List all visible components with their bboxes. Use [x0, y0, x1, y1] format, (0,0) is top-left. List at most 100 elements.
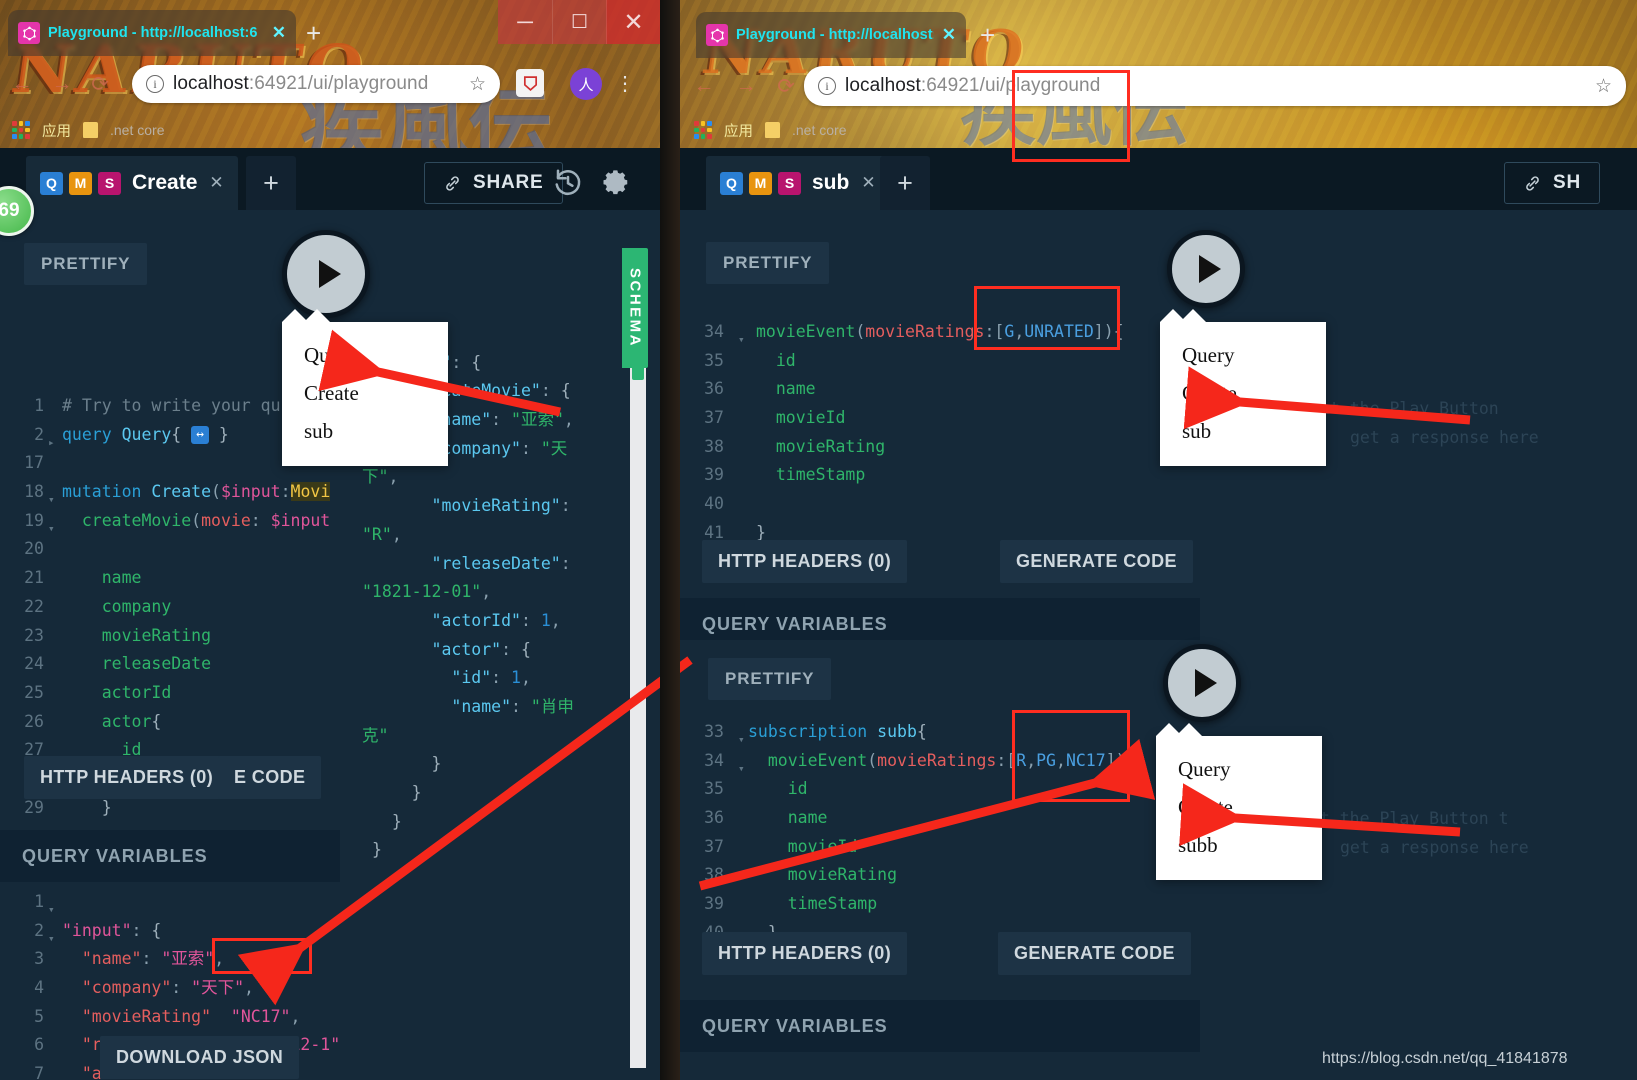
response-text: 下", — [362, 467, 399, 487]
bookmark-netcore-label[interactable]: .net core — [110, 122, 164, 138]
query-variables-header[interactable]: QUERY VARIABLES — [680, 1000, 1200, 1052]
forward-icon[interactable]: → — [730, 70, 762, 102]
code-line: 34 ▾ movieEvent(movieRatings:[G,UNRATED]){ — [680, 318, 1200, 347]
prettify-button[interactable]: PRETTIFY — [706, 242, 830, 284]
response-scrollbar[interactable] — [630, 298, 646, 1068]
dropdown-item-2[interactable]: sub — [1160, 412, 1326, 450]
apps-grid-icon[interactable] — [694, 121, 712, 139]
prettify-button[interactable]: PRETTIFY — [708, 658, 832, 700]
http-headers-button[interactable]: HTTP HEADERS (0) — [702, 932, 908, 975]
response-text: "1821-12-01", — [362, 582, 492, 602]
apps-grid-icon[interactable] — [12, 121, 30, 139]
execute-query-button-left[interactable] — [282, 230, 370, 318]
address-bar[interactable]: i localhost:64921/ui/playground ☆ — [804, 66, 1626, 106]
close-icon[interactable]: ✕ — [861, 173, 875, 193]
download-json-button[interactable]: DOWNLOAD JSON — [100, 1036, 300, 1079]
code-line: 34 ▾ movieEvent(movieRatings:[R,PG,NC17])… — [680, 747, 1200, 776]
site-info-icon[interactable]: i — [818, 77, 836, 95]
history-icon[interactable] — [548, 162, 588, 202]
playground-add-tab-button[interactable]: + — [246, 156, 296, 210]
bookmark-netcore-label[interactable]: .net core — [792, 122, 846, 138]
code-line: 2 ▾ "input": { — [0, 917, 340, 946]
window-close-button[interactable]: ✕ — [606, 0, 660, 44]
new-tab-button[interactable]: + — [306, 18, 321, 49]
playground-tab-sub[interactable]: Q M S sub ✕ — [706, 156, 890, 210]
response-line: "R", — [340, 521, 630, 550]
dropdown-item-0[interactable]: Query — [1156, 750, 1322, 788]
code-line: 40 — [680, 490, 1200, 519]
reload-icon[interactable]: ⟳ — [770, 70, 802, 102]
response-text: "R", — [362, 524, 402, 544]
bookmark-star-icon[interactable]: ☆ — [1595, 75, 1612, 98]
line-number: 2 — [34, 424, 44, 444]
http-headers-button[interactable]: HTTP HEADERS (0) — [24, 756, 230, 799]
maximize-button[interactable]: ☐ — [552, 0, 606, 44]
execute-query-button-right-top[interactable] — [1167, 230, 1245, 308]
browser-tab-left[interactable]: Playground - http://localhost:6 ✕ — [8, 10, 296, 56]
operation-dropdown-left[interactable]: Query Create sub — [282, 309, 448, 466]
dropdown-item-2[interactable]: sub — [282, 412, 448, 450]
dropdown-item-0[interactable]: Query — [282, 336, 448, 374]
response-line: } — [340, 779, 630, 808]
dropdown-item-1[interactable]: Create — [282, 374, 448, 412]
code-line: 23 movieRating — [0, 622, 340, 651]
generate-code-button[interactable]: E CODE — [218, 756, 322, 799]
execute-query-button-right-bottom[interactable] — [1163, 644, 1241, 722]
browser-menu-icon[interactable]: ⋮ — [614, 68, 636, 100]
address-bar[interactable]: i localhost:64921/ui/playground ☆ — [132, 65, 500, 103]
prettify-button[interactable]: PRETTIFY — [24, 243, 148, 285]
forward-icon[interactable]: → — [46, 68, 78, 100]
operation-dropdown-right-bottom[interactable]: Query Create subb — [1156, 723, 1322, 880]
generate-code-button[interactable]: GENERATE CODE — [998, 932, 1191, 975]
line-number: 1 — [34, 892, 44, 911]
code-line: 39 timeStamp — [680, 461, 1200, 490]
playground-tab-create[interactable]: Q M S Create ✕ — [26, 156, 238, 210]
line-number: 25 — [24, 682, 44, 702]
response-line: "id": 1, — [340, 664, 630, 693]
code-line: 21 name — [0, 564, 340, 593]
share-button[interactable]: SH — [1504, 162, 1600, 204]
close-icon[interactable]: ✕ — [942, 25, 956, 45]
graphql-favicon-icon — [18, 22, 40, 44]
extension-icon[interactable] — [516, 69, 544, 97]
reload-icon[interactable]: ⟳ — [84, 68, 116, 100]
line-number: 22 — [24, 596, 44, 616]
dropdown-item-0[interactable]: Query — [1160, 336, 1326, 374]
query-variables-header[interactable]: QUERY VARIABLES — [680, 598, 1200, 640]
minimize-button[interactable]: ─ — [498, 0, 552, 44]
code-text: actorId — [101, 682, 172, 702]
browser-window-left: Playground - http://localhost:6 ✕ + ─ ☐ … — [0, 0, 660, 1080]
line-number: 40 — [704, 494, 724, 514]
line-number: 37 — [704, 836, 724, 856]
code-text: movieId — [787, 836, 858, 856]
dropdown-item-2[interactable]: subb — [1156, 826, 1322, 864]
new-tab-button[interactable]: + — [980, 20, 995, 51]
query-badge-icon: Q — [40, 171, 63, 195]
line-number: 24 — [24, 654, 44, 674]
gear-icon[interactable] — [596, 162, 636, 202]
generate-code-button[interactable]: GENERATE CODE — [1000, 540, 1193, 583]
site-info-icon[interactable]: i — [146, 75, 164, 93]
query-editor-right-top[interactable]: 34 ▾ movieEvent(movieRatings:[G,UNRATED]){… — [680, 318, 1200, 576]
close-icon[interactable]: ✕ — [209, 173, 223, 193]
operation-dropdown-right-top[interactable]: Query Create sub — [1160, 309, 1326, 466]
schema-tab-button[interactable]: SCHEMA — [622, 248, 648, 368]
back-icon[interactable]: ← — [688, 70, 720, 102]
line-number: 37 — [704, 408, 724, 428]
query-variables-header[interactable]: QUERY VARIABLES — [0, 830, 340, 882]
code-text: movieRating — [101, 625, 212, 645]
back-icon[interactable]: ← — [6, 68, 38, 100]
browser-tab-right[interactable]: Playground - http://localhost: ✕ — [696, 12, 966, 58]
http-headers-button[interactable]: HTTP HEADERS (0) — [702, 540, 908, 583]
dropdown-item-1[interactable]: Create — [1160, 374, 1326, 412]
hint-line-1: Hit the Play Button — [1310, 399, 1499, 418]
avatar[interactable]: 人 — [570, 68, 602, 100]
share-button[interactable]: SHARE — [424, 162, 563, 204]
playground-add-tab-button[interactable]: + — [880, 156, 930, 210]
code-line: 22 company — [0, 593, 340, 622]
close-icon[interactable]: ✕ — [272, 23, 286, 43]
bookmark-star-icon[interactable]: ☆ — [469, 73, 486, 96]
dropdown-item-1[interactable]: Create — [1156, 788, 1322, 826]
bookmark-apps-label[interactable]: 应用 — [42, 120, 71, 141]
bookmark-apps-label[interactable]: 应用 — [724, 120, 753, 141]
